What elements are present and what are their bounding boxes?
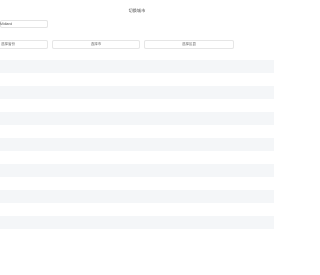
list-item[interactable] [0,86,274,99]
result-list [0,60,274,242]
list-item[interactable] [0,60,274,73]
list-item[interactable] [0,216,274,229]
list-item[interactable] [0,164,274,177]
list-item[interactable] [0,112,274,125]
watermark-logo: 0401导航库 [94,242,222,267]
province-select[interactable]: 选择省份 [0,40,48,49]
current-city-label: Midland [0,22,13,26]
switch-city-title[interactable]: 切换城市 [0,8,274,14]
list-item[interactable] [0,125,274,138]
list-item[interactable] [0,138,274,151]
list-item[interactable] [0,203,274,216]
list-item[interactable] [0,177,274,190]
list-item[interactable] [0,190,274,203]
list-item[interactable] [0,99,274,112]
district-select[interactable]: 选择区县 [144,40,234,49]
list-item[interactable] [0,151,274,164]
city-filter-select[interactable]: 选择市 [52,40,140,49]
list-item[interactable] [0,73,274,86]
region-filters: 选择省份 选择市 选择区县 [0,40,274,49]
